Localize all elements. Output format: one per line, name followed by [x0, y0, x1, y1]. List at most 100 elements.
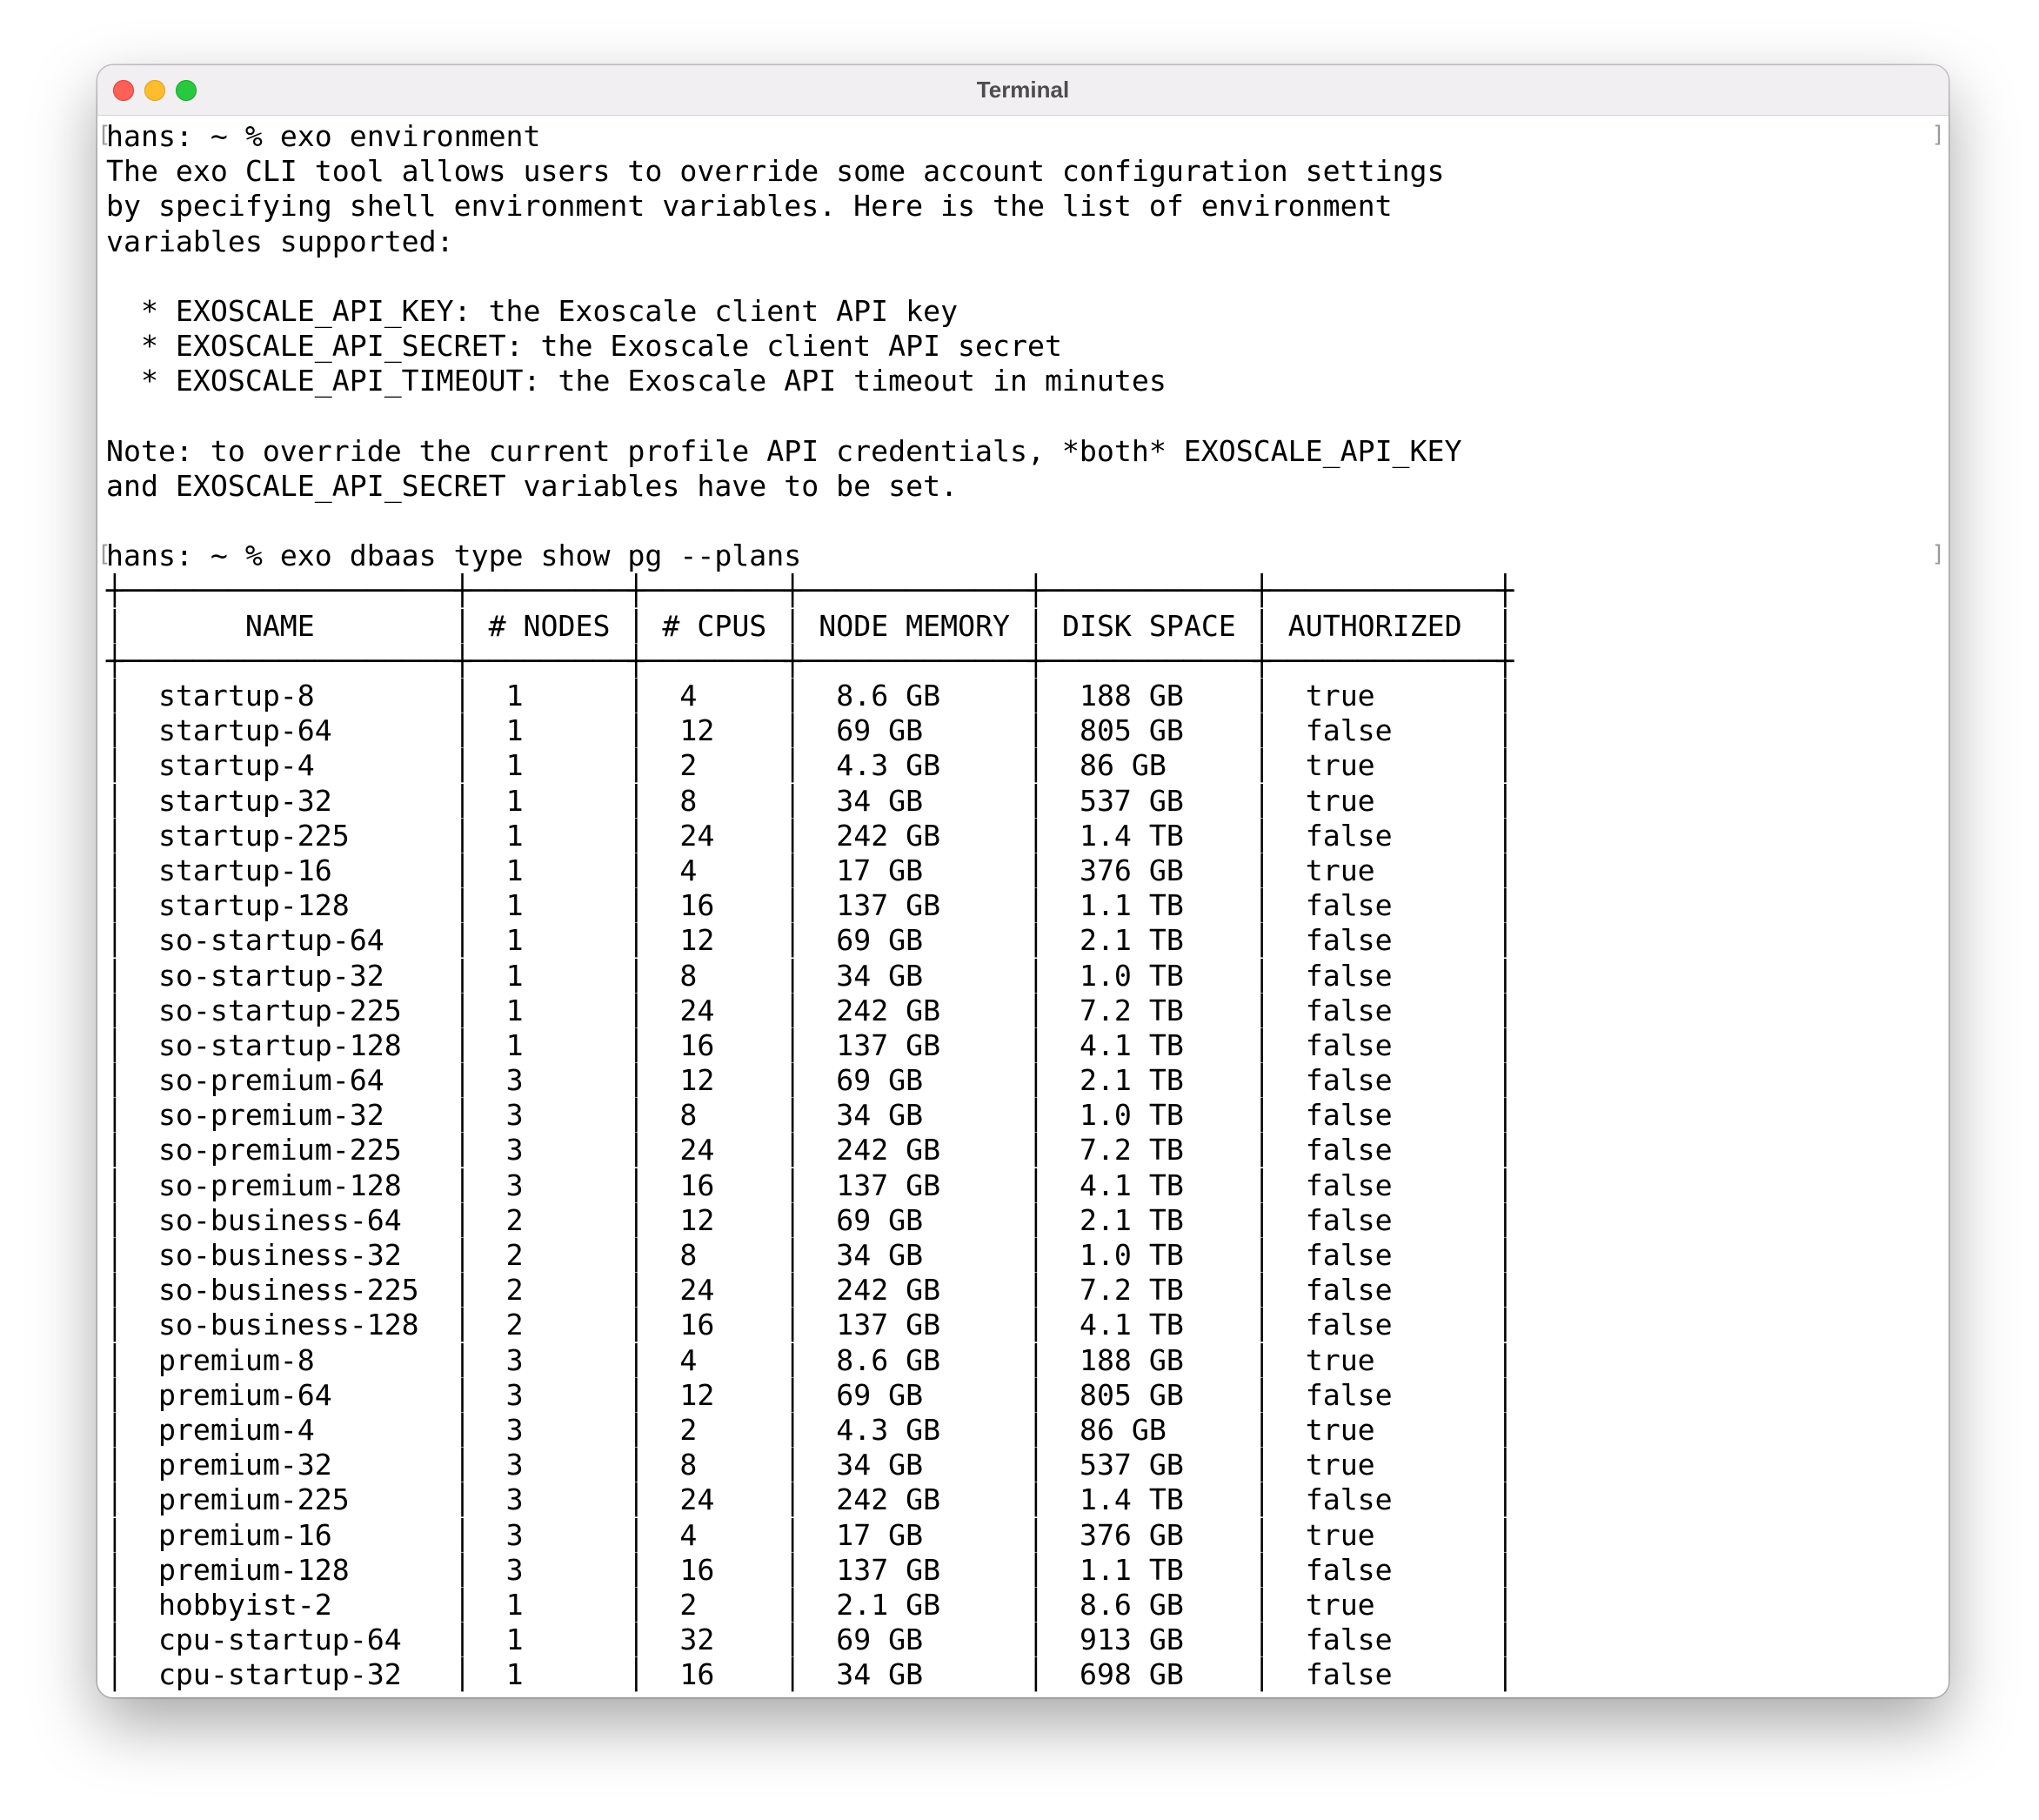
- table-cell: 7.2 TB: [1045, 1273, 1253, 1308]
- table-cell: 12: [645, 923, 785, 958]
- table-cell: 2.1 TB: [1045, 923, 1253, 958]
- table-row: │ startup-64 │ 1 │ 12 │ 69 GB │ 805 GB │…: [106, 713, 1514, 748]
- prompt: hans: ~ %: [106, 539, 280, 573]
- table-cell: 3: [471, 1098, 628, 1133]
- table-cell: 1: [471, 679, 628, 713]
- table-cell: 3: [471, 1448, 628, 1482]
- table-cell: startup-128: [123, 888, 454, 923]
- table-cell: false: [1270, 1623, 1497, 1657]
- table-cell: so-business-128: [123, 1308, 454, 1342]
- table-row: │ premium-32 │ 3 │ 8 │ 34 GB │ 537 GB │ …: [106, 1448, 1514, 1482]
- table-cell: 805 GB: [1045, 1377, 1253, 1412]
- table-cell: 242 GB: [801, 1482, 1028, 1517]
- table-cell: false: [1270, 1308, 1497, 1342]
- table-header-cell: # NODES: [471, 608, 628, 643]
- table-cell: false: [1270, 1202, 1497, 1237]
- table-cell: 8: [645, 1448, 785, 1482]
- command: exo dbaas type show pg --plans: [279, 539, 802, 573]
- window-title: Terminal: [976, 77, 1070, 103]
- table-cell: 3: [471, 1133, 628, 1168]
- table-row: │ so-premium-128 │ 3 │ 16 │ 137 GB │ 4.1…: [106, 1168, 1514, 1202]
- output-line: Note: to override the current profile AP…: [106, 433, 1462, 468]
- table-cell: true: [1270, 1412, 1497, 1447]
- table-cell: so-business-64: [123, 1202, 454, 1237]
- table-row: │ so-startup-128 │ 1 │ 16 │ 137 GB │ 4.1…: [106, 1027, 1514, 1062]
- table-header-cell: NODE MEMORY: [801, 608, 1028, 643]
- table-cell: 17 GB: [801, 1517, 1028, 1552]
- table-cell: 24: [645, 1482, 785, 1517]
- command-mark-right-icon: ]: [1931, 122, 1945, 148]
- table-cell: 1.1 TB: [1045, 1552, 1253, 1587]
- table-cell: startup-16: [123, 853, 454, 887]
- table-cell: true: [1270, 679, 1497, 713]
- table-cell: 242 GB: [801, 1273, 1028, 1308]
- table-row: │ so-premium-64 │ 3 │ 12 │ 69 GB │ 2.1 T…: [106, 1063, 1514, 1098]
- table-cell: 34 GB: [801, 1448, 1028, 1482]
- table-row: │ premium-128 │ 3 │ 16 │ 137 GB │ 1.1 TB…: [106, 1552, 1514, 1587]
- prompt-line: hans: ~ % exo environment: [106, 119, 1514, 154]
- table-cell: 4.3 GB: [801, 748, 1028, 783]
- table-cell: 24: [645, 818, 785, 853]
- table-cell: 16: [645, 1027, 785, 1062]
- title-bar[interactable]: Terminal: [97, 65, 1949, 116]
- table-cell: 3: [471, 1412, 628, 1447]
- table-cell: 2.1 GB: [801, 1587, 1028, 1622]
- table-cell: false: [1270, 1377, 1497, 1412]
- table-header-row: │ NAME │ # NODES │ # CPUS │ NODE MEMORY …: [106, 608, 1514, 643]
- table-cell: 12: [645, 1063, 785, 1098]
- table-cell: false: [1270, 1168, 1497, 1202]
- table-cell: 8: [645, 958, 785, 993]
- table-row: │ startup-16 │ 1 │ 4 │ 17 GB │ 376 GB │ …: [106, 853, 1514, 887]
- table-cell: 1.4 TB: [1045, 1482, 1253, 1517]
- table-cell: so-premium-128: [123, 1168, 454, 1202]
- table-row: │ premium-8 │ 3 │ 4 │ 8.6 GB │ 188 GB │ …: [106, 1342, 1514, 1377]
- table-cell: cpu-startup-32: [123, 1657, 454, 1692]
- table-row: │ premium-4 │ 3 │ 2 │ 4.3 GB │ 86 GB │ t…: [106, 1412, 1514, 1447]
- output-line: variables supported:: [106, 224, 454, 258]
- table-cell: false: [1270, 1482, 1497, 1517]
- table-cell: 1: [471, 923, 628, 958]
- table-cell: premium-128: [123, 1552, 454, 1587]
- terminal-output[interactable]: hans: ~ % exo environment The exo CLI too…: [106, 119, 1514, 1692]
- table-cell: 7.2 TB: [1045, 993, 1253, 1027]
- table-cell: cpu-startup-64: [123, 1623, 454, 1657]
- table-row: │ so-premium-225 │ 3 │ 24 │ 242 GB │ 7.2…: [106, 1133, 1514, 1168]
- table-cell: 1: [471, 1027, 628, 1062]
- table-cell: 137 GB: [801, 1552, 1028, 1587]
- output-line: * EXOSCALE_API_KEY: the Exoscale client …: [106, 293, 959, 328]
- table-cell: 1.0 TB: [1045, 1238, 1253, 1272]
- table-cell: startup-4: [123, 748, 454, 783]
- table-row: │ premium-225 │ 3 │ 24 │ 242 GB │ 1.4 TB…: [106, 1482, 1514, 1517]
- table-cell: 8: [645, 1238, 785, 1272]
- table-cell: 1: [471, 1587, 628, 1622]
- table-cell: 1: [471, 993, 628, 1027]
- table-cell: 24: [645, 1273, 785, 1308]
- table-header-cell: # CPUS: [645, 608, 785, 643]
- table-cell: 376 GB: [1045, 853, 1253, 887]
- command-output: The exo CLI tool allows users to overrid…: [106, 154, 1514, 539]
- terminal-window: Terminal [ ] [ ] hans: ~ % exo environme…: [97, 65, 1949, 1697]
- table-cell: premium-225: [123, 1482, 454, 1517]
- table-cell: false: [1270, 1238, 1497, 1272]
- table-cell: false: [1270, 888, 1497, 923]
- table-cell: 376 GB: [1045, 1517, 1253, 1552]
- table-cell: true: [1270, 1587, 1497, 1622]
- table-border: ┼───────────────────┼─────────┼────────┼…: [106, 643, 1514, 678]
- table-cell: false: [1270, 1552, 1497, 1587]
- table-cell: 16: [645, 1552, 785, 1587]
- table-row: │ startup-225 │ 1 │ 24 │ 242 GB │ 1.4 TB…: [106, 818, 1514, 853]
- table-cell: true: [1270, 853, 1497, 887]
- terminal-content[interactable]: [ ] [ ] hans: ~ % exo environment The exo…: [97, 116, 1949, 1697]
- table-cell: 4: [645, 1517, 785, 1552]
- output-line: by specifying shell environment variable…: [106, 189, 1393, 224]
- table-cell: 137 GB: [801, 1027, 1028, 1062]
- table-cell: true: [1270, 1517, 1497, 1552]
- prompt-line: hans: ~ % exo dbaas type show pg --plans: [106, 539, 1514, 573]
- table-cell: 69 GB: [801, 1202, 1028, 1237]
- table-row: │ so-startup-64 │ 1 │ 12 │ 69 GB │ 2.1 T…: [106, 923, 1514, 958]
- table-header-cell: DISK SPACE: [1045, 608, 1253, 643]
- table-cell: 1: [471, 853, 628, 887]
- table-cell: premium-8: [123, 1342, 454, 1377]
